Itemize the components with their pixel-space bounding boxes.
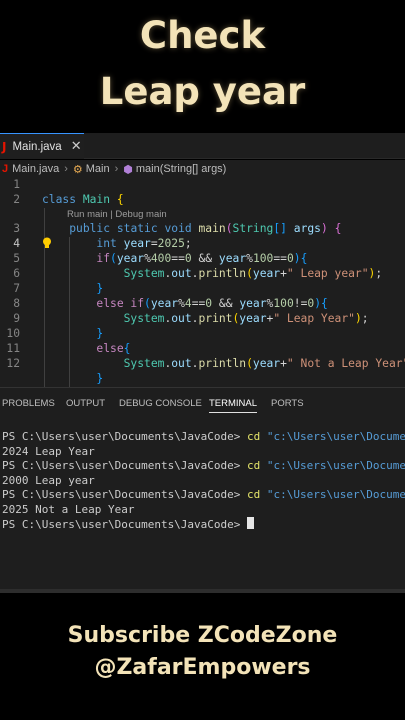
code-line-4: 4 int year=2025; — [0, 237, 405, 252]
line-number: 12 — [6, 357, 20, 370]
code-line-2: 2 class Main { — [0, 193, 405, 208]
terminal-command-line: PS C:\Users\user\Documents\JavaCode> cd … — [2, 459, 405, 472]
terminal-command: cd — [247, 488, 261, 501]
terminal-cursor — [247, 517, 255, 529]
tab-output[interactable]: OUTPUT — [66, 398, 105, 409]
tab-ports[interactable]: PORTS — [271, 398, 304, 409]
codelens-run-debug[interactable]: Run main | Debug main — [67, 209, 167, 220]
line-number: 3 — [13, 222, 20, 235]
line-number: 9 — [13, 312, 20, 325]
breadcrumb-file[interactable]: Main.java — [12, 163, 59, 175]
terminal-output: 2025 Not a Leap Year — [2, 503, 135, 516]
footer-line-1: Subscribe ZCodeZone — [67, 623, 338, 648]
method-cube-icon: ⬢ — [123, 163, 133, 176]
terminal-command: cd — [247, 430, 261, 443]
terminal-command: cd — [247, 459, 261, 472]
tab-label: Main.java — [12, 140, 62, 153]
line-number: 10 — [6, 327, 20, 340]
headline-line-1: Check — [139, 14, 266, 57]
terminal-argument: "c:\Users\user\Documents\J — [266, 459, 405, 472]
terminal-argument: "c:\Users\user\Documents\J — [266, 488, 405, 501]
code-line-5: 5 if(year%400==0 && year%100==0){ — [0, 252, 405, 267]
code-line-1: 1 — [0, 178, 405, 193]
line-number: 7 — [13, 282, 20, 295]
terminal-command-line: PS C:\Users\user\Documents\JavaCode> cd … — [2, 488, 405, 501]
code-line-8: 8 else if(year%4==0 && year%100!=0){ — [0, 297, 405, 312]
line-number: 6 — [13, 267, 20, 280]
line-number: 2 — [13, 193, 20, 206]
chevron-right-icon: › — [64, 163, 68, 175]
headline-line-2: Leap year — [99, 70, 306, 113]
breadcrumb-class[interactable]: Main — [86, 163, 110, 175]
class-icon: ⚙ — [72, 163, 83, 176]
code-line-11: 11 else{ — [0, 342, 405, 357]
line-number: 1 — [13, 178, 20, 191]
java-icon: J — [2, 139, 7, 154]
close-icon[interactable]: ✕ — [71, 139, 82, 154]
terminal[interactable]: PS C:\Users\user\Documents\JavaCode> cd … — [0, 417, 405, 589]
line-number: 11 — [6, 342, 20, 355]
editor-tab-bar: J Main.java ✕ — [0, 133, 405, 159]
terminal-command-line: PS C:\Users\user\Documents\JavaCode> cd … — [2, 430, 405, 443]
line-number: 5 — [13, 252, 20, 265]
lightbulb-icon[interactable] — [42, 237, 52, 249]
terminal-prompt: PS C:\Users\user\Documents\JavaCode> — [2, 488, 248, 501]
panel-tab-bar: PROBLEMS OUTPUT DEBUG CONSOLE TERMINAL P… — [0, 387, 405, 417]
tab-debug-console[interactable]: DEBUG CONSOLE — [119, 398, 202, 409]
code-line-10: 10 } — [0, 327, 405, 342]
tab-problems[interactable]: PROBLEMS — [2, 398, 55, 409]
terminal-prompt: PS C:\Users\user\Documents\JavaCode> — [2, 518, 248, 531]
code-line-7: 7 } — [0, 282, 405, 297]
tab-main-java[interactable]: J Main.java ✕ — [0, 133, 84, 159]
code-line-9: 9 System.out.print(year+" Leap Year"); — [0, 312, 405, 327]
breadcrumb-method[interactable]: main(String[] args) — [136, 163, 226, 175]
terminal-output: 2000 Leap year — [2, 474, 95, 487]
code-line-12: 12 System.out.println(year+" Not a Leap … — [0, 357, 405, 372]
line-number: 4 — [13, 237, 20, 250]
code-editor[interactable]: 1 2 class Main { Run main | Debug main 3 … — [0, 178, 405, 387]
terminal-argument: "c:\Users\user\Documents\J — [266, 430, 405, 443]
code-line-13: } — [96, 372, 104, 385]
tab-terminal[interactable]: TERMINAL — [209, 398, 258, 413]
terminal-output: 2024 Leap Year — [2, 445, 95, 458]
java-icon: J — [2, 163, 9, 175]
terminal-prompt: PS C:\Users\user\Documents\JavaCode> — [2, 430, 248, 443]
chevron-right-icon: › — [114, 163, 119, 175]
code-line-6: 6 System.out.println(year+" Leap year"); — [0, 267, 405, 282]
terminal-prompt: PS C:\Users\user\Documents\JavaCode> — [2, 459, 248, 472]
terminal-current-line: PS C:\Users\user\Documents\JavaCode> — [2, 517, 255, 531]
code-line-3: 3 public static void main(String[] args)… — [0, 222, 405, 237]
footer-line-2: @ZafarEmpowers — [94, 655, 311, 680]
status-bar — [0, 589, 405, 593]
line-number: 8 — [13, 297, 20, 310]
breadcrumb: J Main.java › ⚙ Main › ⬢ main(String[] a… — [0, 160, 405, 178]
